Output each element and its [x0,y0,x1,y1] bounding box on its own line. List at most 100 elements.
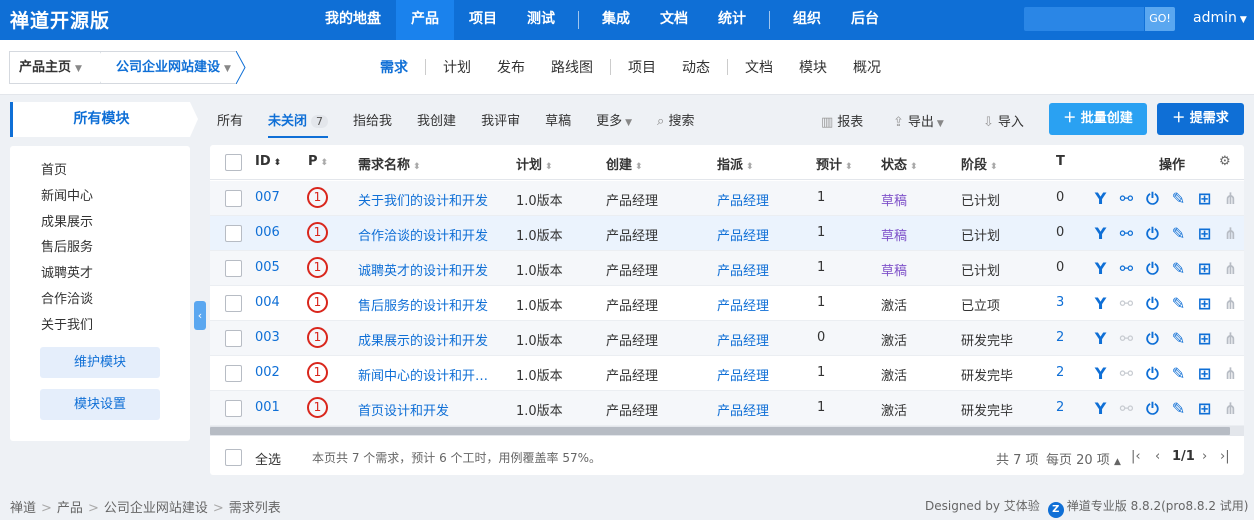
next-page-icon[interactable]: › [1202,449,1207,464]
story-title[interactable]: 诚聘英才的设计和开发 [358,260,488,279]
sidebar-collapse-icon[interactable]: ‹ [194,301,206,330]
story-id[interactable]: 002 [255,365,280,380]
change-icon[interactable]: Y [1090,223,1111,244]
create-task-icon[interactable]: ⊞ [1194,398,1215,419]
create-task-icon[interactable]: ⊞ [1194,223,1215,244]
table-row[interactable]: 003 1 成果展示的设计和开发 1.0版本 产品经理 产品经理 0 激活 研发… [210,321,1244,356]
review-icon[interactable]: ⚯ [1116,223,1137,244]
story-assignee[interactable]: 产品经理 [717,225,769,244]
edit-icon[interactable]: ✎ [1168,258,1189,279]
filter-unclosed[interactable]: 未关闭 7 [268,110,329,138]
story-title[interactable]: 新闻中心的设计和开… [358,365,488,384]
module-item[interactable]: 诚聘英才 [41,262,93,281]
create-task-icon[interactable]: ⊞ [1194,328,1215,349]
story-task-count[interactable]: 2 [1056,400,1064,415]
split-icon[interactable]: ⋔ [1220,293,1241,314]
nav-doc[interactable]: 文档 [645,0,703,40]
prev-page-icon[interactable]: ‹ [1155,449,1160,464]
edit-icon[interactable]: ✎ [1168,398,1189,419]
review-icon[interactable]: ⚯ [1116,188,1137,209]
review-icon[interactable]: ⚯ [1116,398,1137,419]
import-button[interactable]: ⇩ 导入 [983,111,1024,130]
row-checkbox[interactable] [225,225,242,242]
create-story-button[interactable]: ＋ 提需求 [1157,103,1244,135]
breadcrumb-link[interactable]: 禅道 [10,501,36,516]
change-icon[interactable]: Y [1090,258,1111,279]
story-task-count[interactable]: 3 [1056,295,1064,310]
row-checkbox[interactable] [225,330,242,347]
nav-admin[interactable]: 后台 [836,0,894,40]
last-page-icon[interactable]: ›| [1220,449,1230,464]
col-stage[interactable]: 阶段 ⬍ [961,154,998,173]
split-icon[interactable]: ⋔ [1220,188,1241,209]
module-item[interactable]: 首页 [41,159,67,178]
review-icon[interactable]: ⚯ [1116,258,1137,279]
search-go-button[interactable]: GO! [1145,7,1175,31]
maintain-modules-button[interactable]: 维护模块 [40,347,160,378]
product-home-dropdown[interactable]: 产品主页 ▼ [9,51,101,84]
nav-project[interactable]: 项目 [454,0,512,40]
filter-reviewed-by-me[interactable]: 我评审 [481,110,520,129]
story-assignee[interactable]: 产品经理 [717,190,769,209]
subnav-release[interactable]: 发布 [484,57,538,77]
story-assignee[interactable]: 产品经理 [717,365,769,384]
all-modules-header[interactable]: 所有模块 [10,102,190,137]
scroll-thumb[interactable] [210,427,1230,435]
change-icon[interactable]: Y [1090,398,1111,419]
table-row[interactable]: 001 1 首页设计和开发 1.0版本 产品经理 产品经理 1 激活 研发完毕 … [210,391,1244,426]
col-title[interactable]: 需求名称 ⬍ [358,154,421,173]
create-task-icon[interactable]: ⊞ [1194,363,1215,384]
subnav-plan[interactable]: 计划 [430,57,484,77]
filter-more-dropdown[interactable]: 更多 ▼ [596,110,632,129]
review-icon[interactable]: ⚯ [1116,328,1137,349]
nav-stats[interactable]: 统计 [703,0,761,40]
story-title[interactable]: 合作洽谈的设计和开发 [358,225,488,244]
change-icon[interactable]: Y [1090,363,1111,384]
subnav-story[interactable]: 需求 [367,57,421,77]
select-all-header-checkbox[interactable] [225,154,242,171]
story-id[interactable]: 001 [255,400,280,415]
filter-created-by-me[interactable]: 我创建 [417,110,456,129]
story-id[interactable]: 003 [255,330,280,345]
split-icon[interactable]: ⋔ [1220,258,1241,279]
row-checkbox[interactable] [225,400,242,417]
change-icon[interactable]: Y [1090,293,1111,314]
table-row[interactable]: 002 1 新闻中心的设计和开… 1.0版本 产品经理 产品经理 1 激活 研发… [210,356,1244,391]
nav-test[interactable]: 测试 [512,0,570,40]
app-brand[interactable]: 禅道开源版 [10,6,110,33]
global-search-input[interactable] [1024,7,1144,31]
split-icon[interactable]: ⋔ [1220,328,1241,349]
close-icon[interactable]: ⏻ [1142,328,1163,349]
module-item[interactable]: 新闻中心 [41,185,93,204]
row-checkbox[interactable] [225,295,242,312]
col-priority[interactable]: P ⬍ [308,154,328,169]
nav-integration[interactable]: 集成 [587,0,645,40]
col-id[interactable]: ID ⬍ [255,154,281,169]
story-id[interactable]: 007 [255,190,280,205]
horizontal-scrollbar[interactable] [210,426,1244,436]
split-icon[interactable]: ⋔ [1220,398,1241,419]
review-icon[interactable]: ⚯ [1116,363,1137,384]
export-dropdown[interactable]: ⇪ 导出 ▼ [893,111,944,130]
module-item[interactable]: 成果展示 [41,211,93,230]
col-creator[interactable]: 创建 ⬍ [606,154,643,173]
story-title[interactable]: 关于我们的设计和开发 [358,190,488,209]
edit-icon[interactable]: ✎ [1168,363,1189,384]
create-task-icon[interactable]: ⊞ [1194,188,1215,209]
table-row[interactable]: 004 1 售后服务的设计和开发 1.0版本 产品经理 产品经理 1 激活 已立… [210,286,1244,321]
module-item[interactable]: 售后服务 [41,236,93,255]
batch-create-button[interactable]: ＋ 批量创建 [1049,103,1147,135]
edit-icon[interactable]: ✎ [1168,328,1189,349]
edit-icon[interactable]: ✎ [1168,188,1189,209]
edit-icon[interactable]: ✎ [1168,223,1189,244]
col-status[interactable]: 状态 ⬍ [881,154,918,173]
close-icon[interactable]: ⏻ [1142,258,1163,279]
story-task-count[interactable]: 2 [1056,330,1064,345]
table-row[interactable]: 007 1 关于我们的设计和开发 1.0版本 产品经理 产品经理 1 草稿 已计… [210,181,1244,216]
col-estimate[interactable]: 预计 ⬍ [816,154,853,173]
breadcrumb-link[interactable]: 公司企业网站建设 [104,501,208,516]
story-id[interactable]: 005 [255,260,280,275]
col-tasks[interactable]: T [1056,154,1065,169]
close-icon[interactable]: ⏻ [1142,363,1163,384]
split-icon[interactable]: ⋔ [1220,363,1241,384]
